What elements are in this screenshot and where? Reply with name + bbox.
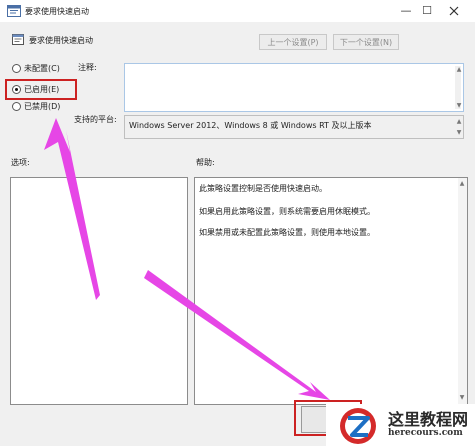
enabled-highlight-box [5,79,77,100]
scroll-up-icon[interactable]: ▲ [455,66,463,73]
comment-label: 注释: [78,63,97,72]
policy-name: 要求使用快速启动 [29,36,93,45]
radio-circle[interactable] [12,102,21,111]
radio-circle[interactable] [12,64,21,73]
watermark-domain: herecours.com [388,428,463,438]
policy-settings-icon [7,5,21,17]
comment-input[interactable]: ▲ ▼ [124,63,464,112]
help-panel: 此策略设置控制是否使用快速启动。 如果启用此策略设置，则系统需要启用休眠模式。 … [194,177,468,405]
radio-label: 未配置(C) [24,64,60,73]
help-text-line: 如果启用此策略设置，则系统需要启用休眠模式。 [199,207,375,216]
options-label: 选项: [11,158,30,167]
minimize-button[interactable]: — [397,3,415,19]
help-text-line: 此策略设置控制是否使用快速启动。 [199,184,327,193]
scroll-up-icon[interactable]: ▲ [455,118,463,125]
supported-platforms-field: Windows Server 2012、Windows 8 或 Windows … [124,115,464,139]
radio-not-configured[interactable]: 未配置(C) [12,62,60,75]
scroll-down-icon[interactable]: ▼ [455,129,463,136]
close-icon [449,6,459,16]
options-panel [10,177,188,405]
previous-setting-button[interactable]: 上一个设置(P) [259,34,327,50]
next-setting-button[interactable]: 下一个设置(N) [333,34,399,50]
supported-platforms-label: 支持的平台: [74,115,117,124]
scroll-up-icon[interactable]: ▲ [458,180,466,187]
help-label: 帮助: [196,158,215,167]
scroll-down-icon[interactable]: ▼ [458,394,466,401]
scroll-down-icon[interactable]: ▼ [455,102,463,109]
maximize-button[interactable]: ☐ [418,3,436,19]
radio-disabled[interactable]: 已禁用(D) [12,100,60,113]
help-scrollbar[interactable]: ▲ ▼ [458,178,467,404]
platform-scrollbar[interactable]: ▲ ▼ [455,118,461,136]
window-title: 要求使用快速启动 [25,7,89,16]
policy-document-icon [12,34,24,45]
close-button[interactable] [445,3,463,19]
help-text-line: 如果禁用或未配置此策略设置，则使用本地设置。 [199,228,375,237]
watermark-brand: 这里教程网 [388,410,469,429]
comment-scrollbar[interactable]: ▲ ▼ [455,66,461,109]
radio-label: 已禁用(D) [24,102,61,111]
supported-platforms-value: Windows Server 2012、Windows 8 或 Windows … [129,121,372,130]
